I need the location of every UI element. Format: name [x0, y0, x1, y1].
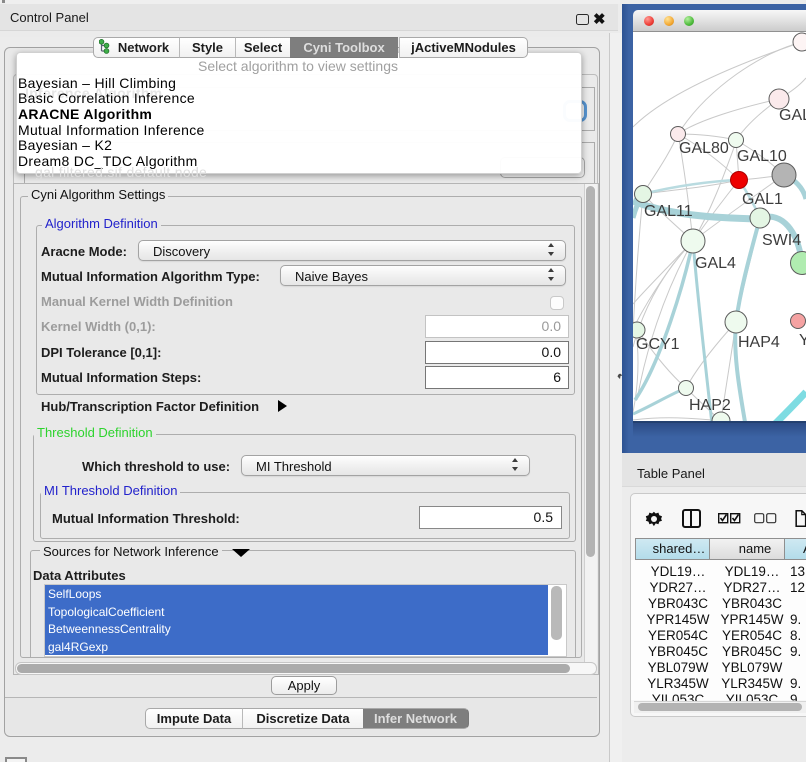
- svg-text:GCY1: GCY1: [636, 336, 680, 353]
- svg-text:GAL11: GAL11: [644, 203, 693, 220]
- svg-text:HAP2: HAP2: [689, 397, 731, 414]
- svg-text:GAL80: GAL80: [679, 140, 729, 157]
- svg-text:GAL10: GAL10: [737, 148, 787, 165]
- svg-text:GAL7: GAL7: [779, 107, 806, 124]
- svg-text:GAL1: GAL1: [742, 191, 783, 208]
- svg-text:SWI4: SWI4: [762, 232, 801, 249]
- svg-text:HAP4: HAP4: [738, 334, 780, 351]
- svg-text:Y: Y: [799, 332, 806, 349]
- svg-text:GAL4: GAL4: [695, 255, 736, 272]
